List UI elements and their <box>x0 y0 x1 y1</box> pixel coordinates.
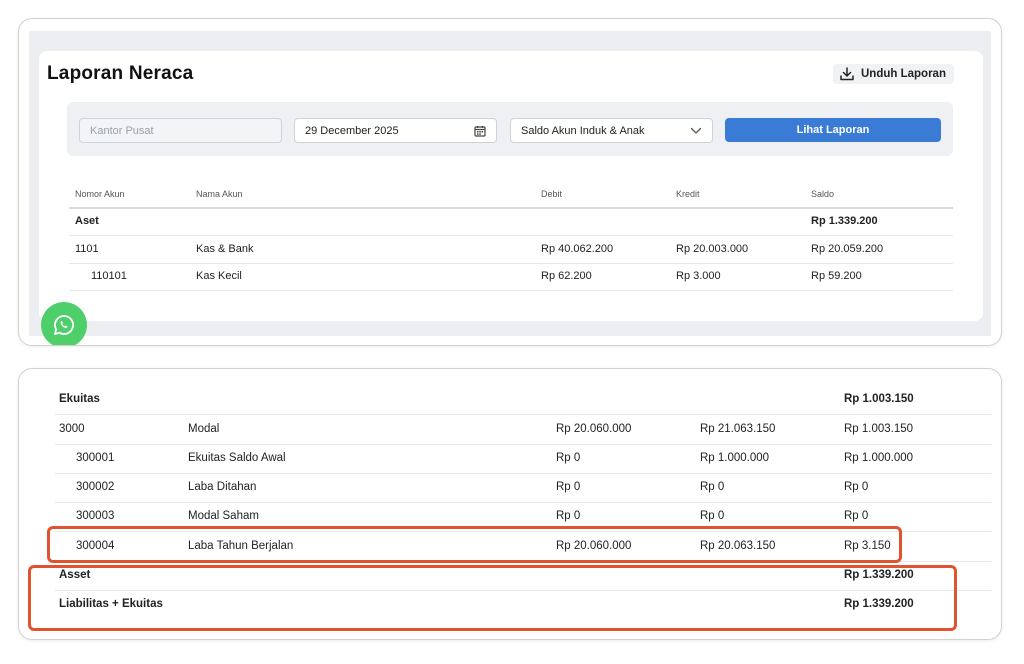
date-value: 29 December 2025 <box>305 124 399 137</box>
account-name: Laba Ditahan <box>188 481 257 493</box>
row-divider <box>55 502 991 503</box>
highlight-box-current-year-profit <box>47 526 902 563</box>
highlight-box-totals <box>28 565 957 631</box>
balance-mode-select[interactable]: Saldo Akun Induk & Anak <box>510 118 713 143</box>
view-report-label: Lihat Laporan <box>796 124 870 136</box>
branch-placeholder: Kantor Pusat <box>90 124 154 137</box>
account-balance: Rp 1.000.000 <box>844 452 914 464</box>
account-name: Ekuitas Saldo Awal <box>188 452 286 464</box>
account-credit: Rp 1.000.000 <box>700 452 770 464</box>
row-divider <box>55 473 991 474</box>
whatsapp-icon <box>54 315 74 335</box>
download-report-label: Unduh Laporan <box>861 68 946 80</box>
account-debit: Rp 0 <box>556 481 581 493</box>
row-divider <box>69 235 953 236</box>
account-credit: Rp 20.003.000 <box>676 243 749 255</box>
account-credit: Rp 3.000 <box>676 270 721 282</box>
download-report-button[interactable]: Unduh Laporan <box>833 64 954 84</box>
report-screenshot-top: Laporan Neraca Unduh Laporan Kantor Pusa… <box>18 18 1002 346</box>
account-name: Kas Kecil <box>196 270 242 282</box>
account-balance: Rp 59.200 <box>811 270 862 282</box>
view-report-button[interactable]: Lihat Laporan <box>725 118 941 142</box>
account-code: 1101 <box>75 243 99 255</box>
header-divider <box>69 207 953 209</box>
account-code: 3000 <box>59 423 85 435</box>
account-debit: Rp 40.062.200 <box>541 243 614 255</box>
column-header-balance: Saldo <box>811 189 835 199</box>
account-code: 300001 <box>76 452 115 464</box>
date-input[interactable]: 29 December 2025 <box>294 118 497 143</box>
branch-input[interactable]: Kantor Pusat <box>79 118 282 143</box>
chevron-down-icon <box>690 127 702 134</box>
column-header-account-name: Nama Akun <box>196 189 243 199</box>
filter-bar: Kantor Pusat 29 December 2025 Saldo Akun… <box>67 102 953 156</box>
download-icon <box>840 67 854 81</box>
account-code: 110101 <box>91 270 127 282</box>
account-balance: Rp 20.059.200 <box>811 243 884 255</box>
account-name: Modal Saham <box>188 510 259 522</box>
balance-mode-value: Saldo Akun Induk & Anak <box>521 124 645 137</box>
account-balance: Rp 1.339.200 <box>811 215 878 227</box>
account-code: 300003 <box>76 510 115 522</box>
account-code: 300002 <box>76 481 115 493</box>
calendar-icon <box>474 125 486 137</box>
column-header-account-number: Nomor Akun <box>75 189 125 199</box>
account-balance: Rp 0 <box>844 510 869 522</box>
row-divider <box>69 263 953 264</box>
whatsapp-chat-button[interactable] <box>41 302 87 345</box>
account-debit: Rp 20.060.000 <box>556 423 632 435</box>
page-title: Laporan Neraca <box>47 63 194 84</box>
account-credit: Rp 21.063.150 <box>700 423 776 435</box>
account-debit: Rp 0 <box>556 510 581 522</box>
account-code: Aset <box>75 215 99 227</box>
account-balance: Rp 0 <box>844 481 869 493</box>
account-credit: Rp 0 <box>700 481 725 493</box>
report-screenshot-bottom: Ekuitas Rp 1.003.150 3000 Modal Rp 20.06… <box>18 368 1002 640</box>
column-header-debit: Debit <box>541 189 563 199</box>
account-debit: Rp 0 <box>556 452 581 464</box>
account-debit: Rp 62.200 <box>541 270 592 282</box>
account-balance: Rp 1.003.150 <box>844 423 914 435</box>
row-divider <box>55 414 991 415</box>
account-balance: Rp 1.003.150 <box>844 393 914 405</box>
row-divider <box>69 290 953 291</box>
account-name: Modal <box>188 423 220 435</box>
account-code: Ekuitas <box>59 393 100 405</box>
account-credit: Rp 0 <box>700 510 725 522</box>
column-header-credit: Kredit <box>676 189 700 199</box>
account-name: Kas & Bank <box>196 243 254 255</box>
row-divider <box>55 444 991 445</box>
